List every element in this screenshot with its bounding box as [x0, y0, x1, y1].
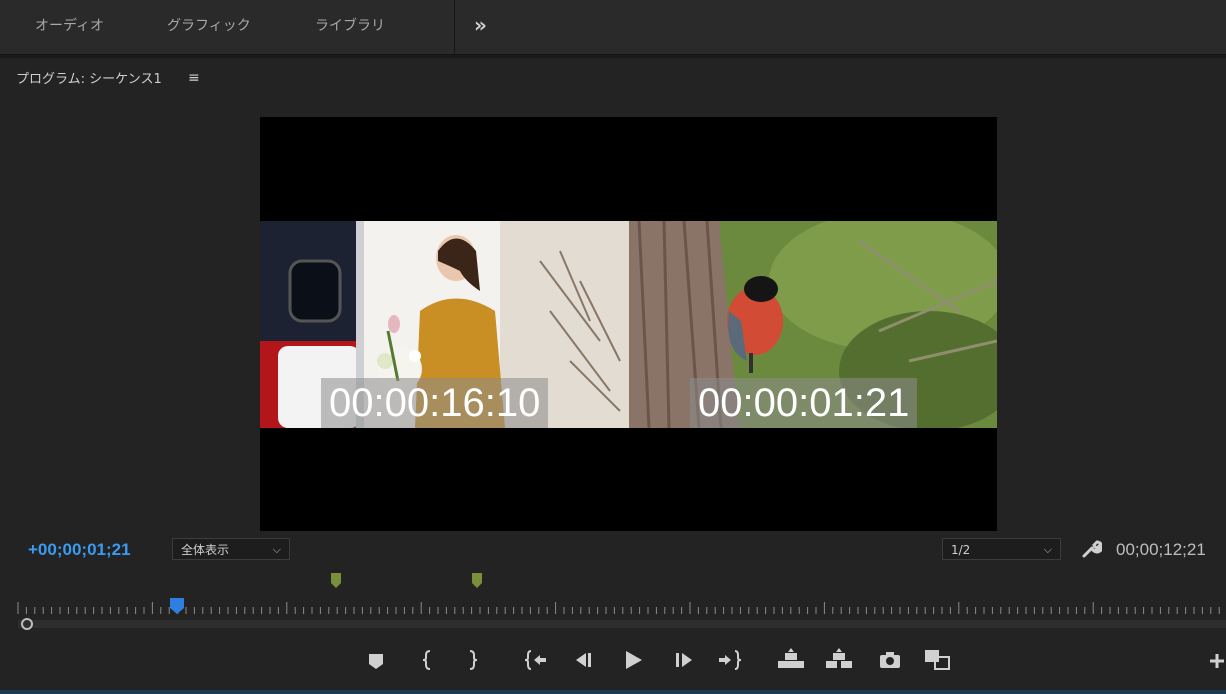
time-ruler[interactable] [0, 570, 1226, 640]
playhead-timecode[interactable]: +00;00;01;21 [28, 540, 131, 560]
panel-title: プログラム: シーケンス1 [16, 72, 162, 87]
ruler-ticks [17, 602, 1220, 614]
mark-out-icon[interactable] [464, 645, 480, 675]
right-video-clip: 00:00:01:21 [629, 221, 997, 428]
marker-icon[interactable] [472, 573, 482, 588]
panel-divider [0, 55, 1226, 58]
tab-graphics[interactable]: グラフィック [167, 15, 251, 35]
tab-libraries[interactable]: ライブラリ [315, 15, 385, 35]
tab-divider [454, 0, 455, 54]
zoom-scrollbar[interactable] [18, 620, 1226, 628]
lift-icon[interactable] [776, 645, 806, 675]
left-video-clip: 00:00:16:10 [260, 221, 629, 428]
chevron-down-icon: ⌵ [1043, 543, 1052, 556]
step-back-icon[interactable] [573, 645, 595, 675]
mark-in-icon[interactable] [420, 645, 436, 675]
panel-bottom-border [0, 690, 1226, 694]
sequence-duration-timecode: 00;00;12;21 [1116, 540, 1206, 559]
left-clip-timecode: 00:00:16:10 [321, 378, 549, 428]
panel-menu-icon[interactable]: ≡ [188, 70, 200, 86]
more-workspaces-icon[interactable]: » [474, 13, 487, 37]
step-forward-icon[interactable] [673, 645, 695, 675]
comparison-view-icon[interactable] [923, 645, 953, 675]
playhead-icon[interactable] [170, 598, 184, 614]
extract-icon[interactable] [824, 645, 854, 675]
playback-resolution-select[interactable]: 1/2 ⌵ [942, 538, 1061, 560]
chevron-down-icon: ⌵ [272, 543, 281, 556]
playback-resolution-value: 1/2 [951, 543, 971, 557]
play-icon[interactable] [622, 645, 644, 675]
right-clip-timecode: 00:00:01:21 [690, 378, 918, 428]
marker-icon[interactable] [331, 573, 341, 588]
program-monitor-preview[interactable]: 00:00:16:10 00:00:01:21 [260, 117, 997, 531]
settings-wrench-icon[interactable] [1080, 538, 1104, 564]
add-marker-icon[interactable] [366, 645, 386, 675]
button-editor-plus-icon[interactable] [1208, 645, 1226, 675]
go-to-out-icon[interactable] [718, 645, 742, 675]
workspace-tab-bar: オーディオ グラフィック ライブラリ » [0, 0, 1226, 55]
transport-controls [0, 645, 1226, 679]
tab-audio[interactable]: オーディオ [35, 15, 104, 35]
zoom-level-value: 全体表示 [181, 543, 230, 557]
go-to-in-icon[interactable] [524, 645, 548, 675]
zoom-level-select[interactable]: 全体表示 ⌵ [172, 538, 290, 560]
camera-icon[interactable] [878, 645, 902, 675]
